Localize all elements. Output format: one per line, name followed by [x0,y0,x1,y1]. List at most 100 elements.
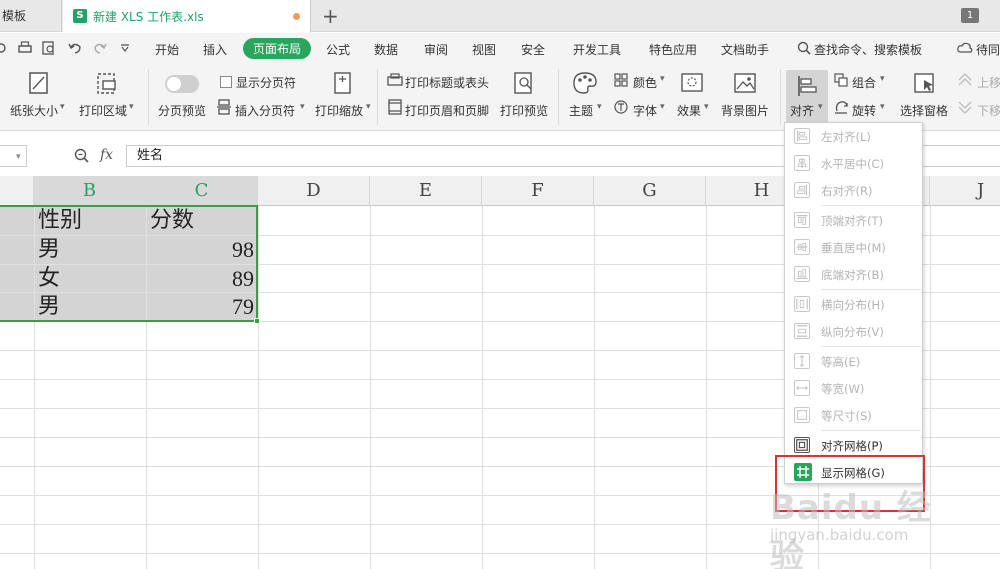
column-header-d[interactable]: D [258,176,370,206]
theme-palette-icon [573,72,597,94]
insert-page-break-chevron-icon[interactable]: ▾ [300,102,305,112]
column-header-g[interactable]: G [594,176,706,206]
print-area-button[interactable]: 打印区域 [79,102,127,119]
column-header-b[interactable]: B [34,176,146,206]
open-icon[interactable] [0,42,8,54]
tab-workbook-title: 新建 XLS 工作表.xls [93,10,204,24]
menu-snap-to-grid-label: 对齐网格(P) [821,439,883,453]
menu-view[interactable]: 视图 [472,41,496,58]
theme-chevron-icon[interactable]: ▾ [597,102,602,112]
background-image-button[interactable]: 背景图片 [721,102,769,119]
menu-same-size-label: 等尺寸(S) [821,409,872,423]
show-page-break-checkbox[interactable] [220,76,232,88]
menu-page-layout[interactable]: 页面布局 [243,38,312,59]
tab-workbook[interactable]: S 新建 XLS 工作表.xls [63,0,311,33]
column-header-j[interactable]: J [930,176,1000,206]
menu-same-size[interactable]: 等尺寸(S) [785,402,922,429]
column-header-f[interactable]: F [482,176,594,206]
new-tab-button[interactable]: + [322,4,339,28]
command-search[interactable]: 查找命令、搜索模板 [814,41,922,58]
page-break-preview-toggle[interactable] [165,75,199,93]
effect-chevron-icon[interactable]: ▾ [704,102,709,112]
color-button[interactable]: 颜色 [633,74,657,91]
print-header-footer-button[interactable]: 打印页眉和页脚 [405,102,489,119]
menu-align-left[interactable]: 左对齐(L) [785,123,922,150]
font-chevron-icon[interactable]: ▾ [660,102,665,112]
menu-align-bottom-label: 底端对齐(B) [821,268,884,282]
menu-same-width[interactable]: 等宽(W) [785,375,922,402]
menu-developer[interactable]: 开发工具 [573,41,621,58]
column-header-e[interactable]: E [370,176,482,206]
print-icon[interactable] [18,41,32,55]
column-header-c[interactable]: C [146,176,258,206]
gridline [258,206,259,569]
color-chevron-icon[interactable]: ▾ [660,74,665,84]
effect-button[interactable]: 效果 [677,102,701,119]
menu-distribute-vertical[interactable]: 纵向分布(V) [785,318,922,345]
menu-review[interactable]: 审阅 [424,41,448,58]
menu-same-height-label: 等高(E) [821,355,861,369]
watermark: Baidu 经验 jingyan.baidu.com [770,480,960,569]
zoom-search-icon[interactable] [74,148,90,164]
menu-align-right[interactable]: 右对齐(R) [785,177,922,204]
move-up-button[interactable]: 上移 [977,74,1000,91]
menu-align-left-label: 左对齐(L) [821,130,871,144]
menu-special[interactable]: 特色应用 [649,41,697,58]
rotate-button[interactable]: 旋转 [852,102,876,119]
window-count-badge[interactable]: 1 [961,8,979,23]
show-page-break-label[interactable]: 显示分页符 [236,74,296,91]
menu-insert[interactable]: 插入 [203,41,227,58]
sync-button[interactable]: 待同 [976,41,1000,58]
theme-button[interactable]: 主题 [569,102,593,119]
distribute-vertical-icon [794,323,810,339]
insert-page-break-button[interactable]: 插入分页符 [235,102,295,119]
effect-icon [681,73,703,92]
group-button[interactable]: 组合 [852,74,876,91]
menu-formulas[interactable]: 公式 [326,41,350,58]
print-preview-large-icon [514,72,532,94]
customize-chevron-icon[interactable] [120,44,130,52]
menu-security[interactable]: 安全 [521,41,545,58]
menu-data[interactable]: 数据 [374,41,398,58]
name-box-chevron-icon[interactable]: ▾ [16,152,21,162]
move-down-button[interactable]: 下移 [977,102,1000,119]
menu-home[interactable]: 开始 [155,41,179,58]
print-area-chevron-icon[interactable]: ▾ [129,102,134,112]
menu-doc-assistant[interactable]: 文档助手 [721,41,769,58]
menu-align-top[interactable]: 顶端对齐(T) [785,207,922,234]
fill-handle[interactable] [254,318,260,324]
background-image-icon [734,73,756,93]
rotate-icon [835,101,848,114]
menu-bar: 开始 插入 页面布局 公式 数据 审阅 视图 安全 开发工具 特色应用 文档助手… [0,33,1000,63]
ribbon-page-layout: 纸张大小 ▾ 打印区域 ▾ 分页预览 显示分页符 插入分页符 ▾ 打印缩放 ▾ … [0,63,1000,131]
menu-align-center[interactable]: 水平居中(C) [785,150,922,177]
rotate-chevron-icon[interactable]: ▾ [880,102,885,112]
undo-icon[interactable] [68,41,82,55]
tab-strip: 模板 S 新建 XLS 工作表.xls + 1 [0,0,1000,33]
menu-separator [821,289,921,290]
redo-icon[interactable] [93,41,107,55]
align-button[interactable]: 对齐 ▾ [786,70,828,124]
watermark-url: jingyan.baidu.com [770,526,909,544]
group-chevron-icon[interactable]: ▾ [880,74,885,84]
name-box[interactable]: ▾ [0,145,27,167]
print-preview-icon[interactable] [42,41,56,55]
menu-same-height[interactable]: 等高(E) [785,348,922,375]
menu-align-middle[interactable]: 垂直居中(M) [785,234,922,261]
column-header-a[interactable] [0,176,34,206]
menu-distribute-horizontal[interactable]: 横向分布(H) [785,291,922,318]
print-titles-button[interactable]: 打印标题或表头 [405,74,489,91]
paper-size-button[interactable]: 纸张大小 [10,102,58,119]
print-scale-chevron-icon[interactable]: ▾ [366,102,371,112]
selection-pane-button[interactable]: 选择窗格 [900,102,948,119]
menu-align-bottom[interactable]: 底端对齐(B) [785,261,922,288]
tab-templates[interactable]: 模板 [0,0,62,32]
selection-pane-icon [914,73,934,93]
align-dropdown-menu: 左对齐(L) 水平居中(C) 右对齐(R) 顶端对齐(T) 垂直居中(M) 底端… [784,122,923,484]
fx-button[interactable]: fx [100,147,113,163]
page-break-preview-button[interactable]: 分页预览 [158,102,206,119]
font-button[interactable]: 字体 [633,102,657,119]
paper-size-chevron-icon[interactable]: ▾ [60,102,65,112]
print-scale-button[interactable]: 打印缩放 [315,102,363,119]
print-preview-button[interactable]: 打印预览 [500,102,548,119]
